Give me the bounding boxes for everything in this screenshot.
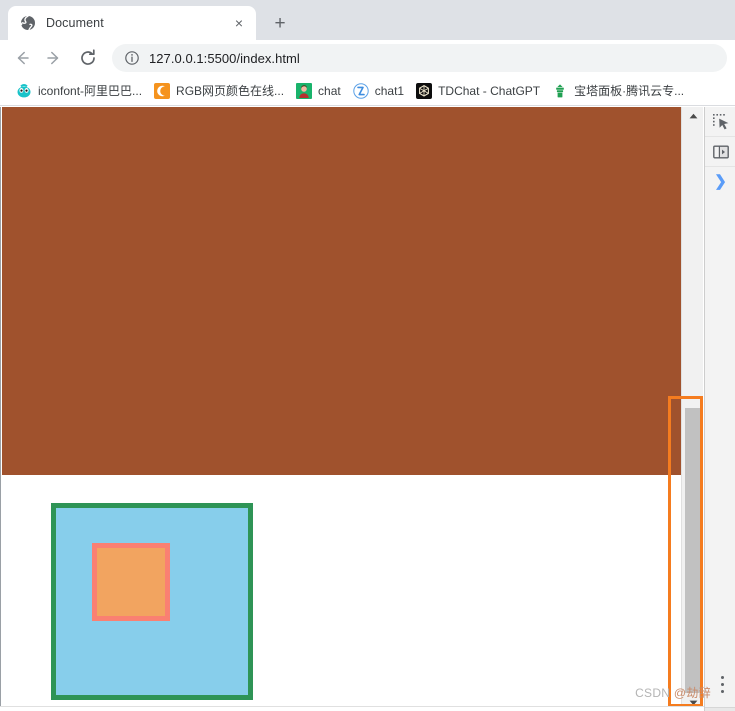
tdchat-icon: [416, 82, 433, 99]
devtools-bottom-bar: [705, 707, 735, 711]
scrollbar-thumb[interactable]: [685, 408, 701, 693]
element-picker-icon[interactable]: [705, 107, 735, 137]
bookmark-item[interactable]: iconfont-阿里巴巴...: [10, 80, 148, 102]
arrow-left-icon[interactable]: [8, 44, 36, 72]
info-circle-icon[interactable]: [124, 50, 140, 66]
bookmark-item[interactable]: RGB网页颜色在线...: [148, 80, 290, 102]
watermark-site: CSDN: [635, 686, 674, 700]
chevron-right-icon[interactable]: ❯: [705, 167, 735, 195]
devtools-dock: ❯: [704, 107, 735, 711]
bookmark-label: chat1: [374, 83, 405, 98]
browser-toolbar: 127.0.0.1:5500/index.html: [0, 40, 735, 76]
bookmark-label: TDChat - ChatGPT: [438, 83, 541, 98]
browser-window: Document × + 127.0.0.1:5500/index.html i…: [0, 0, 735, 711]
bookmark-label: 宝塔面板·腾讯云专...: [574, 84, 685, 98]
bookmark-label: iconfont-阿里巴巴...: [38, 84, 143, 98]
chat1-icon: [353, 82, 369, 99]
green-bordered-box: [51, 503, 253, 700]
reload-icon[interactable]: [74, 44, 102, 72]
watermark-user: @劫辞: [673, 686, 711, 700]
kebab-menu-icon[interactable]: [713, 671, 731, 697]
bookmark-item[interactable]: chat1: [347, 80, 410, 102]
brown-banner: [2, 107, 681, 475]
watermark: CSDN @劫辞: [635, 684, 711, 701]
kebab-dot: [720, 689, 724, 693]
arrow-right-icon[interactable]: [40, 44, 68, 72]
chat-avatar-icon: [296, 82, 313, 99]
globe-icon: [20, 15, 36, 31]
orange-inner-box: [92, 543, 170, 621]
bookmark-label: RGB网页颜色在线...: [176, 84, 285, 98]
kebab-dot: [720, 675, 724, 679]
browser-tab[interactable]: Document ×: [8, 6, 256, 40]
kebab-dot: [720, 682, 724, 686]
bookmark-item[interactable]: chat: [290, 80, 347, 102]
close-icon[interactable]: ×: [230, 14, 248, 32]
tab-title: Document: [46, 16, 104, 30]
bookmark-item[interactable]: 宝塔面板·腾讯云专...: [546, 80, 690, 102]
bookmark-label: chat: [318, 83, 341, 98]
baota-panel-icon: [552, 83, 568, 99]
scroll-up-arrow-icon[interactable]: [682, 107, 704, 124]
rgb-tool-icon: [154, 82, 171, 99]
tab-strip: Document × +: [0, 0, 735, 40]
iconfont-logo-icon: [16, 83, 32, 99]
page-viewport: [0, 107, 681, 711]
device-toolbar-icon[interactable]: [705, 137, 735, 167]
window-bottom-edge: [0, 706, 704, 711]
bookmark-item[interactable]: TDChat - ChatGPT: [410, 80, 546, 102]
page-scrollbar[interactable]: [681, 107, 703, 711]
bookmarks-bar: iconfont-阿里巴巴... RGB网页颜色在线... chat chat1…: [0, 76, 735, 106]
new-tab-button[interactable]: +: [266, 9, 294, 37]
address-bar[interactable]: 127.0.0.1:5500/index.html: [112, 44, 727, 72]
url-text: 127.0.0.1:5500/index.html: [149, 50, 300, 66]
